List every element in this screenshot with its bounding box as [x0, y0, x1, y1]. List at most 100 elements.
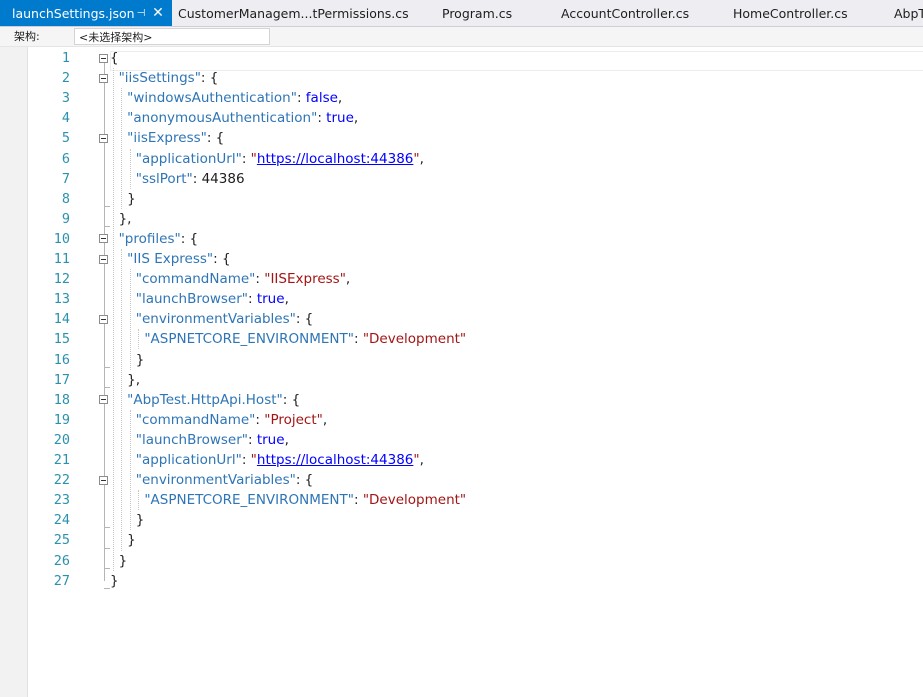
tab-label: HomeController.cs [733, 6, 848, 21]
collapse-toggle-icon[interactable] [99, 53, 108, 63]
line-number: 17 [53, 371, 70, 388]
code-line[interactable]: "windowsAuthentication": false, [110, 88, 342, 108]
code-line[interactable]: "anonymousAuthentication": true, [110, 108, 358, 128]
line-number: 20 [53, 431, 70, 448]
tab-label: Program.cs [442, 6, 513, 21]
code-line[interactable]: } [110, 510, 145, 530]
code-line[interactable]: "iisSettings": { [110, 68, 219, 88]
code-token: } [110, 572, 119, 589]
outlining-end-marker [104, 547, 110, 549]
code-token: : { [206, 130, 225, 147]
line-number: 4 [61, 110, 70, 127]
url-link[interactable]: https://localhost:44386 [257, 151, 413, 167]
tab-abptest[interactable]: AbpT [888, 0, 923, 26]
code-line[interactable]: "ASPNETCORE_ENVIRONMENT": "Development" [110, 329, 466, 349]
line-number: 5 [61, 130, 70, 147]
code-line[interactable]: "iisExpress": { [110, 128, 224, 148]
code-line[interactable]: "commandName": "IISExpress", [110, 269, 350, 289]
line-number: 8 [61, 190, 70, 207]
pin-icon[interactable]: ⊣ [135, 0, 147, 26]
code-line[interactable]: } [110, 350, 145, 370]
code-token: "AbpTest.HttpApi.Host" [127, 391, 283, 408]
indent-guide [121, 249, 122, 551]
code-token: "commandName" [135, 411, 256, 428]
code-token: } [110, 351, 145, 368]
code-token: }, [110, 371, 141, 388]
code-token: "ASPNETCORE_ENVIRONMENT" [144, 331, 354, 348]
collapse-toggle-icon[interactable] [99, 73, 108, 83]
indent-guide [113, 68, 114, 571]
code-line[interactable]: "IIS Express": { [110, 249, 230, 269]
code-line[interactable]: "launchBrowser": true, [110, 430, 289, 450]
code-token: "applicationUrl" [135, 150, 242, 167]
outlining-end-marker [104, 567, 110, 569]
indicator-margin [0, 47, 28, 697]
line-number: 27 [53, 572, 70, 589]
code-line[interactable]: "commandName": "Project", [110, 410, 327, 430]
code-token: : { [295, 472, 314, 489]
line-number: 22 [53, 472, 70, 489]
outlining-end-marker [104, 386, 110, 388]
code-token: "commandName" [135, 271, 256, 288]
code-line[interactable]: "ASPNETCORE_ENVIRONMENT": "Development" [110, 490, 466, 510]
indent-guide [138, 490, 139, 511]
tab-customermanagement-permissions[interactable]: CustomerManagem...tPermissions.cs [172, 0, 415, 26]
code-token: : [241, 452, 251, 468]
indent-guide [130, 148, 131, 189]
code-line[interactable]: } [110, 571, 119, 591]
close-icon[interactable]: ✕ [151, 0, 165, 26]
code-token: "IIS Express" [127, 251, 214, 267]
code-token: , [284, 291, 289, 308]
url-link[interactable]: https://localhost:44386 [257, 452, 413, 468]
code-token: : [353, 331, 363, 348]
code-line[interactable]: }, [110, 370, 140, 390]
collapse-toggle-icon[interactable] [99, 314, 108, 324]
outlining-end-marker [104, 205, 110, 207]
code-line[interactable]: "profiles": { [110, 229, 199, 249]
code-token: , [353, 110, 359, 127]
code-line[interactable]: "launchBrowser": true, [110, 289, 289, 309]
code-editor[interactable]: 1 2 3 4 5 6 7 8 9 10 11 12 13 14 15 16 17 18 19 20 21 22 23 24 2… [0, 47, 923, 697]
tab-label: AccountController.cs [561, 6, 690, 21]
outlining-end-marker [104, 225, 110, 227]
collapse-toggle-icon[interactable] [99, 395, 108, 405]
code-line[interactable]: { [110, 48, 119, 68]
collapse-toggle-icon[interactable] [99, 475, 108, 485]
tab-launchsettings-json[interactable]: launchSettings.json ⊣ ✕ [0, 0, 172, 26]
code-token: false [305, 90, 338, 107]
code-line[interactable]: "applicationUrl": "https://localhost:443… [110, 450, 424, 470]
outlining-end-marker [104, 587, 110, 589]
line-number: 14 [53, 311, 70, 328]
line-number: 13 [53, 291, 70, 308]
code-line[interactable]: "environmentVariables": { [110, 309, 314, 329]
code-token: : [248, 431, 257, 448]
code-token: "environmentVariables" [135, 311, 296, 328]
collapse-toggle-icon[interactable] [99, 133, 108, 143]
line-number: 2 [61, 70, 70, 87]
tab-homecontroller-cs[interactable]: HomeController.cs [727, 0, 854, 26]
code-token: : [353, 492, 363, 509]
code-token: : { [180, 230, 199, 247]
tab-label: CustomerManagem...tPermissions.cs [178, 6, 409, 21]
line-number: 7 [61, 170, 70, 187]
code-line[interactable]: "environmentVariables": { [110, 470, 314, 490]
code-token: : [241, 150, 251, 167]
tab-program-cs[interactable]: Program.cs [436, 0, 518, 26]
code-line[interactable]: "applicationUrl": "https://localhost:443… [110, 149, 424, 169]
collapse-toggle-icon[interactable] [99, 234, 108, 244]
code-token: "profiles" [118, 230, 181, 247]
collapse-toggle-icon[interactable] [99, 254, 108, 264]
code-token: : [296, 90, 306, 107]
tab-accountcontroller-cs[interactable]: AccountController.cs [555, 0, 695, 26]
line-number: 16 [53, 351, 70, 368]
navigation-bar: 架构: <未选择架构> [0, 27, 923, 47]
schema-dropdown[interactable]: <未选择架构> [74, 28, 270, 45]
code-token: : [255, 411, 265, 428]
code-token: "launchBrowser" [135, 431, 248, 448]
line-number: 3 [61, 90, 70, 107]
code-line[interactable]: "AbpTest.HttpApi.Host": { [110, 390, 300, 410]
line-number: 12 [53, 271, 70, 288]
